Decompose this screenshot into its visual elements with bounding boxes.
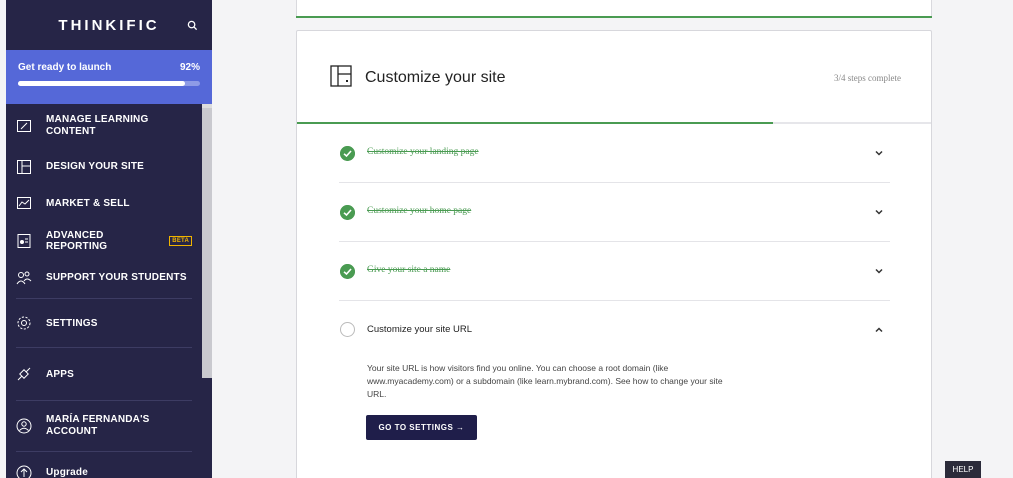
plug-icon <box>17 367 31 381</box>
beta-badge: BETA <box>169 235 192 246</box>
layout-icon <box>330 65 352 87</box>
previous-card-progress <box>296 16 932 18</box>
sidebar-item-label: SETTINGS <box>46 317 98 329</box>
sidebar-nav: MANAGE LEARNING CONTENT DESIGN YOUR SITE … <box>6 104 202 478</box>
check-circle-icon <box>340 205 355 220</box>
step-landing-page[interactable]: Customize your landing page <box>339 124 890 183</box>
step-label: Customize your landing page <box>367 147 479 157</box>
check-circle-icon <box>340 146 355 161</box>
sidebar-scrollbar[interactable] <box>202 108 212 378</box>
sidebar-item-label: MANAGE LEARNING <box>46 114 149 125</box>
user-account-icon <box>16 418 32 434</box>
sidebar-item-label: SUPPORT YOUR STUDENTS <box>46 272 187 283</box>
go-to-settings-button[interactable]: GO TO SETTINGS → <box>366 415 477 440</box>
step-label: Customize your site URL <box>367 324 473 335</box>
sidebar-item-label: ACCOUNT <box>46 426 98 437</box>
chevron-down-icon[interactable] <box>874 207 884 217</box>
sidebar-item-settings[interactable]: SETTINGS <box>6 301 202 345</box>
sidebar-item-label: APPS <box>46 368 75 380</box>
search-icon[interactable] <box>187 20 198 31</box>
sidebar-item-label: Upgrade <box>46 467 88 478</box>
layout-icon <box>17 159 31 174</box>
brand-header: THINKIFIC <box>6 0 212 50</box>
edit-content-icon <box>17 120 31 132</box>
nav-divider <box>16 298 192 299</box>
step-description: Your site URL is how visitors find you o… <box>367 363 723 399</box>
launch-percent: 92% <box>179 62 200 73</box>
sidebar-item-upgrade[interactable]: Upgrade <box>6 454 202 478</box>
chart-icon <box>17 196 31 209</box>
sidebar-item-label: ADVANCED REPORTING <box>46 229 108 252</box>
sidebar-item-label: MARÍA FERNANDA'S <box>46 414 150 425</box>
sidebar-item-account[interactable]: MARÍA FERNANDA'S ACCOUNT <box>6 403 202 449</box>
step-site-url[interactable]: Customize your site URL <box>339 301 890 360</box>
customize-site-card: Customize your site 3/4 steps complete C… <box>296 30 932 478</box>
chevron-down-icon[interactable] <box>874 266 884 276</box>
nav-divider <box>16 400 192 401</box>
brand-logo[interactable]: THINKIFIC <box>58 17 159 34</box>
nav-divider <box>16 451 192 452</box>
gear-icon <box>17 316 31 330</box>
step-label: Customize your home page <box>367 206 472 216</box>
page: THINKIFIC Get ready to launch 92% MANAGE… <box>0 0 1013 478</box>
sidebar-item-design-your-site[interactable]: DESIGN YOUR SITE <box>6 148 202 185</box>
chevron-up-icon[interactable] <box>874 325 884 335</box>
nav-divider <box>16 347 192 348</box>
launch-progress-bar <box>18 81 200 86</box>
report-icon <box>17 233 31 248</box>
help-button[interactable]: HELP <box>945 461 981 478</box>
empty-circle-icon <box>340 322 355 337</box>
upgrade-arrow-icon <box>16 465 32 478</box>
sidebar-item-label: MARKET & SELL <box>46 198 130 209</box>
check-circle-icon <box>340 264 355 279</box>
launch-checklist[interactable]: Get ready to launch 92% <box>6 50 212 104</box>
sidebar-item-apps[interactable]: APPS <box>6 350 202 398</box>
sidebar: THINKIFIC Get ready to launch 92% MANAGE… <box>6 0 212 478</box>
card-header[interactable]: Customize your site 3/4 steps complete <box>297 31 931 123</box>
launch-label: Get ready to launch <box>18 62 112 73</box>
sidebar-item-label: DESIGN YOUR SITE <box>46 161 145 172</box>
sidebar-item-advanced-reporting[interactable]: ADVANCED REPORTING BETA <box>6 222 202 259</box>
sidebar-item-support-your-students[interactable]: SUPPORT YOUR STUDENTS <box>6 259 202 296</box>
students-icon <box>16 271 32 284</box>
sidebar-item-label: CONTENT <box>46 126 96 137</box>
chevron-down-icon[interactable] <box>874 148 884 158</box>
step-home-page[interactable]: Customize your home page <box>339 183 890 242</box>
card-title: Customize your site <box>365 69 506 86</box>
step-label: Give your site a name <box>367 265 451 275</box>
steps-complete: 3/4 steps complete <box>834 73 901 83</box>
launch-progress-fill <box>18 81 186 86</box>
sidebar-item-manage-learning-content[interactable]: MANAGE LEARNING CONTENT <box>6 104 202 148</box>
step-site-name[interactable]: Give your site a name <box>339 242 890 301</box>
sidebar-item-market-sell[interactable]: MARKET & SELL <box>6 185 202 222</box>
